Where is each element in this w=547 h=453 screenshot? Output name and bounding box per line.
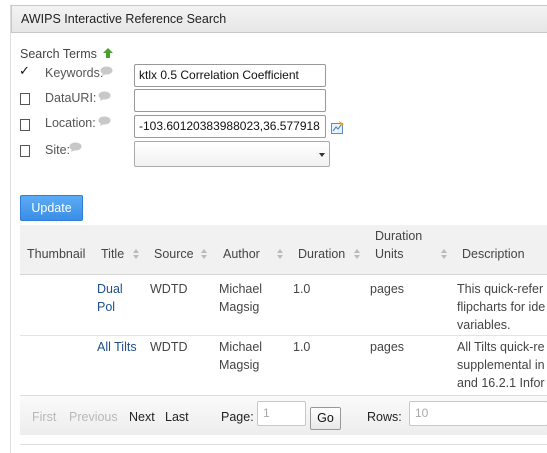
column-duration-units-line2[interactable]: Units: [375, 247, 403, 261]
site-select[interactable]: [134, 141, 330, 167]
results-table: Thumbnail Title Source Author Duration D…: [20, 225, 547, 435]
column-title[interactable]: Title: [101, 247, 124, 261]
rows-input[interactable]: 10: [409, 401, 547, 426]
update-button[interactable]: Update: [20, 195, 83, 221]
checkmark-icon: ✓: [19, 64, 30, 79]
table-header: Thumbnail Title Source Author Duration D…: [20, 225, 547, 275]
search-terms-title: Search Terms: [20, 47, 97, 61]
row-title-link[interactable]: Dual: [97, 280, 123, 298]
keywords-label: Keywords:: [45, 66, 104, 80]
site-checkbox[interactable]: [20, 145, 30, 157]
search-panel: AWIPS Interactive Reference Search Searc…: [10, 5, 547, 453]
keywords-checkbox[interactable]: ✓: [19, 64, 30, 79]
row-author: Michael: [219, 340, 263, 354]
column-source[interactable]: Source: [154, 247, 194, 261]
previous-page-link[interactable]: Previous: [69, 410, 118, 424]
table-row[interactable]: Dual Pol WDTD Michael Magsig 1.0 pages T…: [20, 276, 547, 336]
row-description: and 16.2.1 Infor: [457, 376, 545, 390]
keywords-field[interactable]: ktlx 0.5 Correlation Coefficient: [134, 64, 326, 87]
up-arrow-icon[interactable]: [103, 48, 113, 58]
sort-arrows-icon[interactable]: [133, 249, 139, 259]
location-label: Location:: [45, 116, 96, 130]
first-page-link[interactable]: First: [32, 410, 56, 424]
page-input[interactable]: 1: [257, 401, 306, 426]
row-title-link[interactable]: Pol: [97, 298, 115, 316]
column-duration[interactable]: Duration: [298, 247, 345, 261]
sort-arrows-icon[interactable]: [441, 249, 447, 259]
row-source: WDTD: [150, 340, 188, 354]
row-units: pages: [370, 282, 405, 296]
column-author[interactable]: Author: [223, 247, 260, 261]
speech-bubble-icon[interactable]: [98, 91, 111, 101]
row-units: pages: [370, 340, 405, 354]
row-description: This quick-refer: [457, 282, 544, 296]
last-page-link[interactable]: Last: [165, 410, 189, 424]
column-duration-units-line1[interactable]: Duration: [375, 229, 422, 243]
row-description: All Tilts quick-re: [457, 340, 545, 354]
row-title-link[interactable]: All Tilts: [97, 338, 137, 356]
row-description: variables.: [457, 318, 511, 332]
panel-title: AWIPS Interactive Reference Search: [21, 12, 227, 26]
table-row[interactable]: All Tilts WDTD Michael Magsig 1.0 pages …: [20, 336, 547, 396]
row-description: flipcharts for ide: [457, 300, 546, 314]
sort-arrows-icon[interactable]: [354, 249, 360, 259]
row-author: Michael: [219, 282, 263, 296]
page-label: Page:: [221, 410, 254, 424]
row-duration: 1.0: [293, 282, 311, 296]
speech-bubble-icon[interactable]: [98, 116, 111, 126]
sort-arrows-icon[interactable]: [277, 249, 283, 259]
rows-label: Rows:: [367, 410, 402, 424]
sort-arrows-icon[interactable]: [201, 249, 207, 259]
column-thumbnail[interactable]: Thumbnail: [27, 247, 85, 261]
panel-header: AWIPS Interactive Reference Search: [11, 5, 547, 33]
row-author: Magsig: [219, 358, 260, 372]
row-author: Magsig: [219, 300, 260, 314]
datauri-label: DataURI:: [45, 91, 97, 105]
pagination-bar: First Previous Next Last Page: 1 Go Rows…: [20, 395, 547, 435]
map-picker-icon[interactable]: [331, 121, 344, 134]
column-description[interactable]: Description: [462, 247, 525, 261]
location-field[interactable]: -103.60120383988023,36.577918: [134, 115, 326, 138]
row-source: WDTD: [150, 282, 188, 296]
next-page-link[interactable]: Next: [129, 410, 155, 424]
datauri-checkbox[interactable]: [20, 93, 30, 105]
location-checkbox[interactable]: [20, 119, 30, 131]
chevron-down-icon: [319, 153, 325, 157]
go-button[interactable]: Go: [310, 407, 341, 430]
row-description: supplemental in: [457, 358, 545, 372]
speech-bubble-icon[interactable]: [100, 66, 113, 76]
row-duration: 1.0: [293, 340, 311, 354]
speech-bubble-icon[interactable]: [69, 142, 82, 152]
divider: [20, 444, 547, 445]
datauri-field[interactable]: [134, 89, 326, 112]
site-label: Site:: [45, 143, 71, 157]
